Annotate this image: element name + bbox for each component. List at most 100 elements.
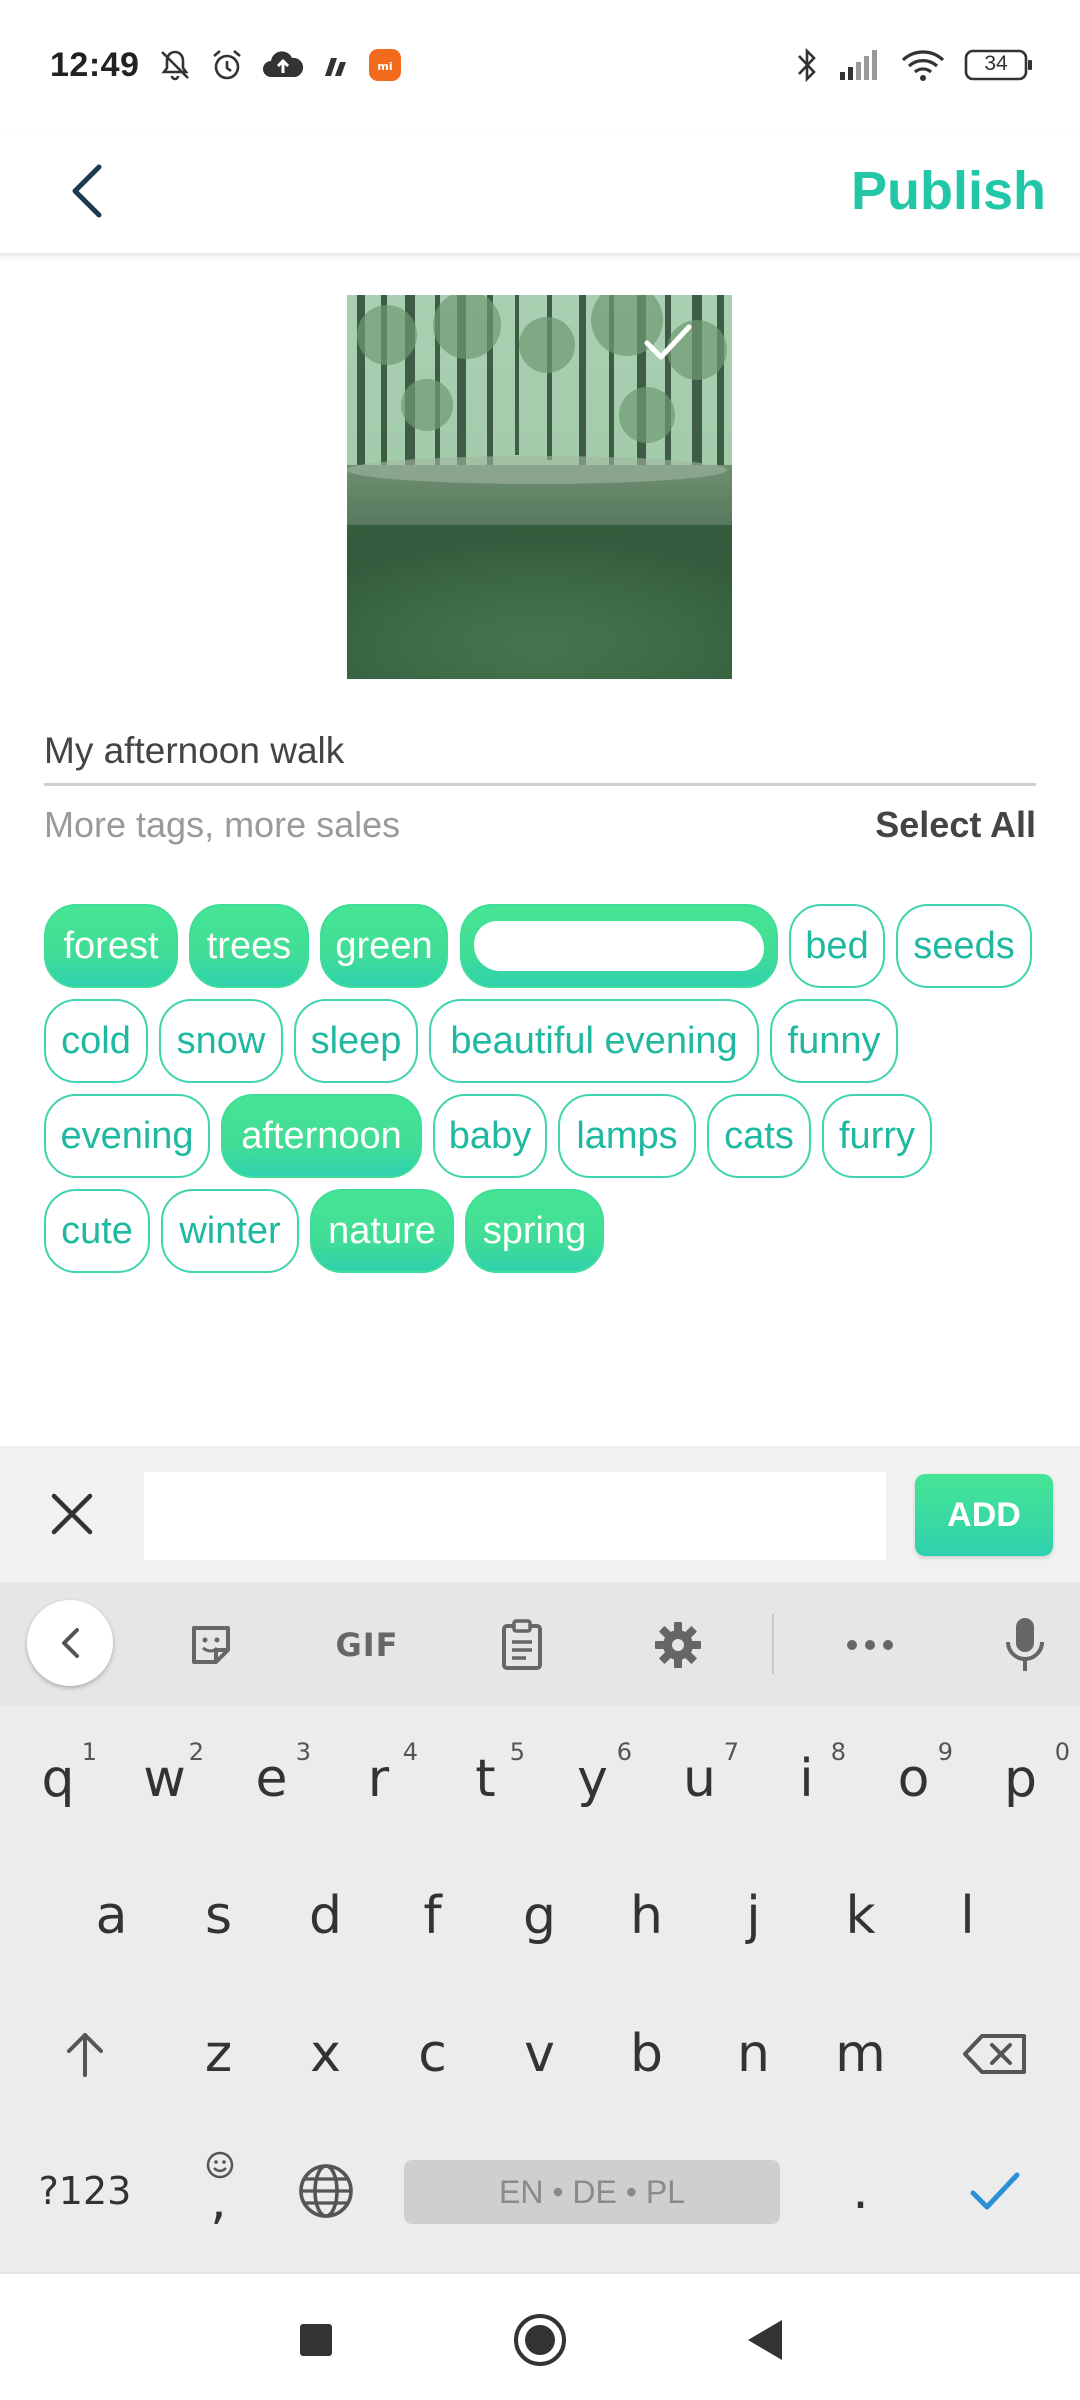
tag-forest[interactable]: forest	[44, 904, 178, 988]
key-u[interactable]: u7	[646, 1724, 753, 1834]
key-number: 8	[830, 1738, 846, 1766]
home-button[interactable]	[504, 2304, 576, 2376]
title-field[interactable]: My afternoon walk	[44, 718, 1036, 786]
key-p[interactable]: p0	[967, 1724, 1074, 1834]
tag-input[interactable]	[144, 1472, 886, 1560]
tag-label: snow	[176, 1019, 266, 1062]
tag-label: cold	[61, 1019, 131, 1062]
close-button[interactable]	[40, 1482, 104, 1546]
tag-nature[interactable]: nature	[310, 1189, 454, 1273]
tag-bed[interactable]: bed	[789, 904, 885, 988]
tag-furry[interactable]: furry	[822, 1094, 932, 1178]
key-m[interactable]: m	[807, 1999, 914, 2109]
key-b[interactable]: b	[593, 1999, 700, 2109]
key-n[interactable]: n	[700, 1999, 807, 2109]
redacted-scribble	[474, 921, 764, 971]
tag-snow[interactable]: snow	[159, 999, 283, 1083]
tag-beautiful-evening[interactable]: beautiful evening	[429, 999, 759, 1083]
tag-winter[interactable]: winter	[161, 1189, 299, 1273]
tag-seeds[interactable]: seeds	[896, 904, 1032, 988]
key-g[interactable]: g	[486, 1861, 593, 1971]
tag-trees[interactable]: trees	[189, 904, 309, 988]
keyboard-collapse-button[interactable]	[27, 1600, 113, 1686]
recents-button[interactable]	[280, 2304, 352, 2376]
sim-icon	[321, 50, 351, 80]
key-v[interactable]: v	[486, 1999, 593, 2109]
tag-label: forest	[63, 924, 159, 967]
backspace-icon	[963, 2034, 1026, 2074]
tag-label: trees	[206, 924, 292, 967]
key-t[interactable]: t5	[432, 1724, 539, 1834]
key-c[interactable]: c	[379, 1999, 486, 2109]
tag-cute[interactable]: cute	[44, 1189, 150, 1273]
photo-thumbnail[interactable]	[347, 295, 732, 679]
tag-baby[interactable]: baby	[433, 1094, 547, 1178]
system-nav-bar	[0, 2272, 1080, 2400]
tag-redacted[interactable]	[460, 904, 778, 988]
tag-label: seeds	[913, 924, 1015, 967]
tag-green[interactable]: green	[320, 904, 448, 988]
symbols-key[interactable]: ?123	[20, 2136, 150, 2246]
key-f[interactable]: f	[379, 1861, 486, 1971]
key-label: i	[799, 1749, 814, 1809]
shift-key[interactable]	[20, 1999, 150, 2109]
tag-evening[interactable]: evening	[44, 1094, 210, 1178]
clipboard-icon	[502, 1619, 542, 1670]
sticker-button[interactable]	[176, 1612, 246, 1678]
tag-sleep[interactable]: sleep	[294, 999, 418, 1083]
key-r[interactable]: r4	[325, 1724, 432, 1834]
key-x[interactable]: x	[272, 1999, 379, 2109]
key-j[interactable]: j	[700, 1861, 807, 1971]
add-tag-button[interactable]: ADD	[915, 1474, 1053, 1556]
key-label: q	[41, 1749, 75, 1809]
svg-text:mi: mi	[378, 60, 393, 73]
key-i[interactable]: i8	[753, 1724, 860, 1834]
tag-cold[interactable]: cold	[44, 999, 148, 1083]
spacebar[interactable]: EN • DE • PL	[404, 2160, 780, 2224]
tag-spring[interactable]: spring	[465, 1189, 604, 1273]
language-key[interactable]	[272, 2136, 379, 2246]
key-a[interactable]: a	[58, 1861, 165, 1971]
key-l[interactable]: l	[914, 1861, 1021, 1971]
key-d[interactable]: d	[272, 1861, 379, 1971]
key-z[interactable]: z	[165, 1999, 272, 2109]
tag-label: evening	[60, 1114, 194, 1157]
tag-afternoon[interactable]: afternoon	[221, 1094, 422, 1178]
tag-label: furry	[839, 1114, 915, 1157]
back-nav-button[interactable]	[728, 2304, 800, 2376]
back-button[interactable]	[52, 156, 122, 226]
tag-lamps[interactable]: lamps	[558, 1094, 696, 1178]
key-number: 2	[188, 1738, 204, 1766]
key-o[interactable]: o9	[860, 1724, 967, 1834]
home-circle-icon	[514, 2314, 566, 2366]
key-e[interactable]: e3	[218, 1724, 325, 1834]
tag-funny[interactable]: funny	[770, 999, 898, 1083]
emoji-comma-key[interactable]: ,	[165, 2136, 272, 2246]
key-q[interactable]: q1	[5, 1724, 111, 1834]
key-y[interactable]: y6	[539, 1724, 646, 1834]
mute-icon	[157, 47, 193, 83]
key-label: w	[143, 1749, 186, 1809]
key-s[interactable]: s	[165, 1861, 272, 1971]
publish-button[interactable]: Publish	[851, 154, 1046, 228]
voice-input-button[interactable]	[990, 1612, 1060, 1678]
key-k[interactable]: k	[807, 1861, 914, 1971]
key-h[interactable]: h	[593, 1861, 700, 1971]
tag-label: cute	[61, 1209, 133, 1252]
gif-button[interactable]: GIF	[329, 1612, 405, 1678]
period-key[interactable]: .	[807, 2136, 914, 2246]
key-w[interactable]: w2	[111, 1724, 218, 1834]
backspace-key[interactable]	[930, 1999, 1060, 2109]
clipboard-button[interactable]	[487, 1612, 557, 1678]
tag-label: beautiful evening	[450, 1019, 738, 1062]
microphone-icon	[1006, 1618, 1044, 1671]
tag-label: green	[335, 924, 433, 967]
keyboard-settings-button[interactable]	[643, 1612, 713, 1678]
more-button[interactable]	[835, 1612, 905, 1678]
key-label: y	[577, 1749, 608, 1809]
select-all-button[interactable]: Select All	[875, 804, 1036, 846]
tag-cats[interactable]: cats	[707, 1094, 811, 1178]
enter-key[interactable]	[940, 2136, 1050, 2246]
triangle-back-icon	[748, 2320, 782, 2360]
globe-icon	[298, 2164, 353, 2218]
